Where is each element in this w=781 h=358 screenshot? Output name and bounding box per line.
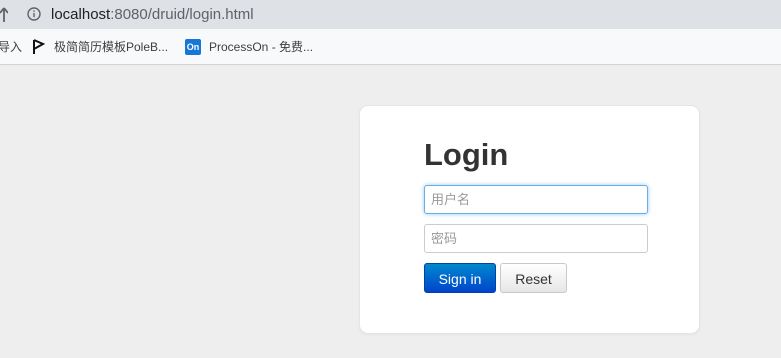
bookmark-import-label: 导入 [0, 40, 23, 54]
url-path: :8080/druid/login.html [110, 6, 254, 23]
reset-button[interactable]: Reset [500, 263, 567, 293]
bookmark-processon-label: ProcessOn - 免费... [209, 40, 314, 54]
info-icon[interactable] [27, 7, 41, 21]
login-title: Login [424, 137, 509, 172]
url-host: localhost [51, 6, 111, 23]
pole-icon [33, 38, 46, 54]
processon-icon: On [185, 38, 201, 55]
address-bar: localhost:8080/druid/login.html [0, 0, 781, 29]
bookmark-poleb-label: 极简简历模板PoleB... [54, 40, 169, 54]
bookmark-import[interactable]: 导入 [0, 29, 22, 64]
signin-button[interactable]: Sign in [424, 263, 496, 293]
bookmarks-bar: 导入 极简简历模板PoleB... On ProcessOn - 免费... [0, 29, 781, 65]
username-input[interactable] [424, 185, 648, 214]
login-card [359, 105, 700, 334]
bookmark-poleb[interactable]: 极简简历模板PoleB... [32, 29, 168, 64]
url-text[interactable]: localhost:8080/druid/login.html [51, 6, 254, 23]
bookmark-processon[interactable]: On ProcessOn - 免费... [185, 29, 313, 64]
back-arrow-icon[interactable] [0, 6, 8, 22]
password-input[interactable] [424, 224, 648, 253]
